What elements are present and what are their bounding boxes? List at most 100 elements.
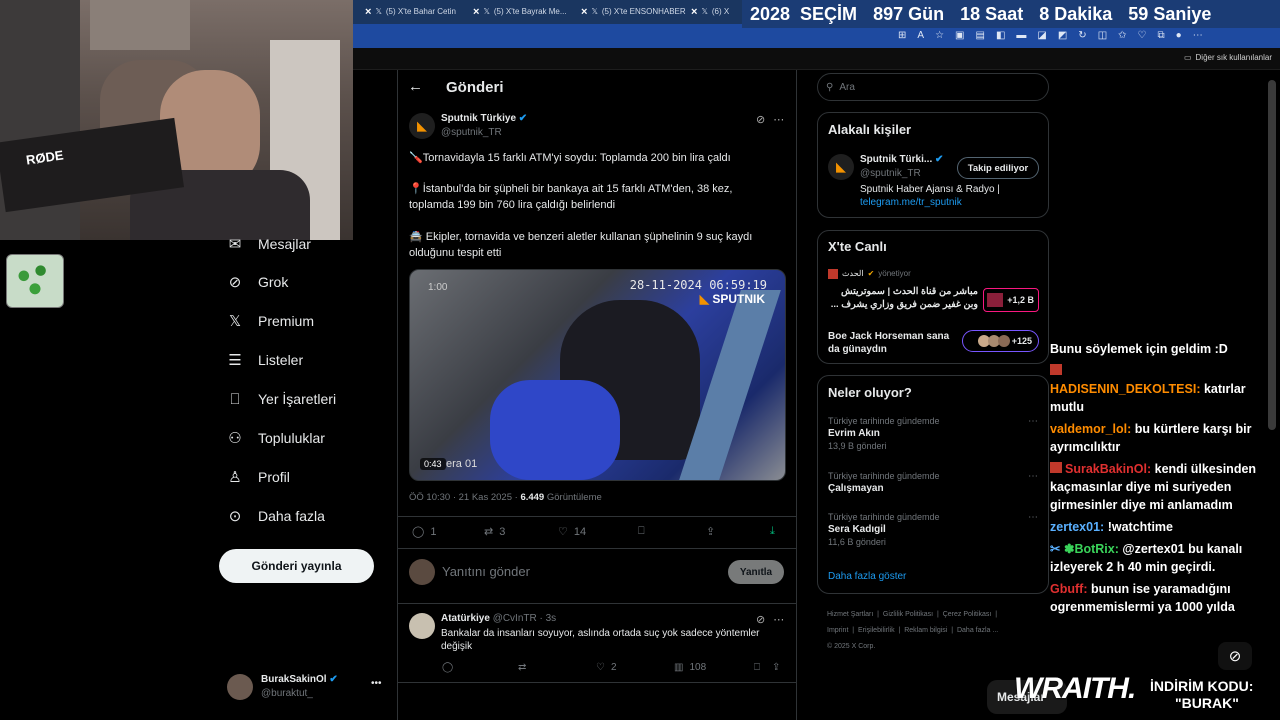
- reply-views[interactable]: ▥ 108: [674, 662, 706, 673]
- promo-code-value: "BURAK": [1175, 695, 1239, 711]
- reply-repost-button[interactable]: ⇄: [518, 662, 532, 673]
- relevant-name-text[interactable]: Sputnik Türki...: [860, 154, 932, 165]
- extension-icon[interactable]: ◧: [996, 30, 1005, 41]
- sidebar-item-lists[interactable]: ☰ Listeler: [226, 343, 303, 377]
- more-icon[interactable]: ⋯: [773, 613, 784, 626]
- repost-button[interactable]: ⇄ 3: [484, 525, 505, 539]
- search-input[interactable]: ⚲ Ara: [817, 73, 1049, 101]
- share-icon[interactable]: ⇪: [772, 662, 780, 673]
- reply-reply-button[interactable]: ◯: [442, 662, 459, 673]
- close-icon[interactable]: ×: [691, 6, 697, 18]
- footer-link[interactable]: Hizmet Şartları: [827, 611, 873, 618]
- footer-link[interactable]: Reklam bilgisi: [904, 627, 947, 634]
- menu-icon[interactable]: ⋯: [1193, 30, 1203, 41]
- account-switcher[interactable]: BurakSakinOl ✔ @buraktut_ •••: [227, 672, 387, 702]
- more-icon[interactable]: •••: [371, 678, 382, 689]
- grok-icon[interactable]: ⊘: [756, 613, 765, 626]
- live-listener-count[interactable]: +1,2 B: [983, 288, 1039, 312]
- back-button[interactable]: ←: [408, 78, 423, 95]
- close-icon[interactable]: ×: [473, 6, 479, 18]
- avatar[interactable]: ●: [1176, 30, 1182, 41]
- sidebar-item-label: Premium: [258, 313, 315, 329]
- download-button[interactable]: ⤓: [770, 525, 775, 538]
- refresh-icon[interactable]: ↻: [1078, 30, 1086, 41]
- close-icon[interactable]: ×: [365, 6, 371, 18]
- post-handle[interactable]: @sputnik_TR: [441, 127, 502, 138]
- avatar[interactable]: ◣: [828, 154, 854, 180]
- footer-link[interactable]: Imprint: [827, 627, 848, 634]
- grok-icon[interactable]: ⊘: [756, 113, 765, 126]
- footer-link[interactable]: Erişilebilirlik: [858, 627, 895, 634]
- share-button[interactable]: ⇪: [706, 525, 715, 538]
- reply-button[interactable]: ◯ 1: [412, 525, 436, 539]
- post-text-line3: 🚔 Ekipler, tornavida ve benzeri aletler …: [409, 229, 784, 261]
- reply-like-button[interactable]: ♡ 2: [596, 662, 617, 673]
- footer-link[interactable]: Gizlilik Politikası: [883, 611, 933, 618]
- more-icon[interactable]: ⋯: [1028, 471, 1038, 482]
- tab[interactable]: × 𝕏 (5) X'te Bahar Cetin: [365, 3, 475, 20]
- read-aloud-icon[interactable]: A: [917, 30, 924, 41]
- sidebar-item-profile[interactable]: ♙ Profil: [226, 460, 290, 494]
- split-screen-icon[interactable]: ◫: [1098, 30, 1107, 41]
- post-button[interactable]: Gönderi yayınla: [219, 549, 374, 583]
- live-item-text[interactable]: مباشر من قناة الحدث | سموتريتش وبن غفير …: [828, 285, 978, 311]
- chat-username: BotRix:: [1074, 542, 1119, 556]
- x-logo-icon: 𝕏: [591, 7, 598, 16]
- tab[interactable]: × 𝕏 (5) X'te Bayrak Me...: [473, 3, 583, 20]
- live-listener-count[interactable]: +125: [962, 330, 1039, 352]
- relevant-handle[interactable]: @sputnik_TR: [860, 168, 921, 179]
- follow-button[interactable]: Takip ediliyor: [957, 157, 1039, 179]
- grok-icon[interactable]: ⊘: [1218, 642, 1252, 670]
- close-icon[interactable]: ×: [581, 6, 587, 18]
- heart-icon[interactable]: ♡: [1138, 30, 1147, 41]
- sidebar-item-messages[interactable]: ✉ Mesajlar: [226, 227, 311, 261]
- sidebar-item-communities[interactable]: ⚇ Topluluklar: [226, 421, 325, 455]
- trends-card: Neler oluyor? Türkiye tarihinde gündemde…: [817, 375, 1049, 594]
- extension-icon[interactable]: ▤: [975, 30, 984, 41]
- more-icon[interactable]: ⋯: [773, 113, 784, 126]
- reply-author-name[interactable]: Atatürkiye: [441, 613, 490, 624]
- post-timestamp[interactable]: ÖÖ 10:30 · 21 Kas 2025 ·: [409, 492, 520, 503]
- more-icon[interactable]: ⋯: [1028, 512, 1038, 523]
- live-card: X'te Canlı الحدث ✔ yönetiyor مباشر من قناة…: [817, 230, 1049, 364]
- trend-count: 13,9 B gönderi: [828, 441, 887, 451]
- post-video[interactable]: 28-11-2024 06:59:19 ◣ SPUTNIK 1:00 0:43 …: [409, 269, 786, 481]
- tab-label: (5) X'te Bayrak Me...: [493, 7, 567, 16]
- bookmark-icon[interactable]: ⎕: [754, 662, 760, 673]
- extension-icon[interactable]: ◪: [1037, 30, 1046, 41]
- bookmark-button[interactable]: ⎕: [638, 525, 645, 538]
- other-bookmarks[interactable]: ▭ Diğer sık kullanılanlar: [1184, 53, 1272, 62]
- trend-item[interactable]: Türkiye tarihinde gündemde Sera Kadıgil …: [828, 512, 1038, 547]
- footer-link[interactable]: Daha fazla ...: [957, 627, 998, 634]
- favorites-icon[interactable]: ✩: [1118, 30, 1126, 41]
- extension-icon[interactable]: ◩: [1058, 30, 1067, 41]
- like-button[interactable]: ♡ 14: [558, 525, 586, 539]
- trend-item[interactable]: Türkiye tarihinde gündemde Çalışmayan ⋯: [828, 471, 1038, 494]
- reply-submit-button[interactable]: Yanıtla: [728, 560, 784, 584]
- sidebar-item-grok[interactable]: ⊘ Grok: [226, 265, 289, 299]
- trend-item[interactable]: Türkiye tarihinde gündemde Evrim Akın 13…: [828, 416, 1038, 451]
- tab-label: (6) X: [711, 7, 730, 16]
- collections-icon[interactable]: ⧉: [1158, 30, 1165, 41]
- extension-icon[interactable]: ▬: [1016, 30, 1026, 41]
- more-icon[interactable]: ⋯: [1028, 416, 1038, 427]
- countdown-days-label: Gün: [908, 3, 945, 24]
- apps-icon[interactable]: ⊞: [898, 30, 906, 41]
- reply-handle[interactable]: @CvInTR · 3s: [493, 613, 557, 624]
- avatar[interactable]: ◣: [409, 113, 435, 139]
- avatar[interactable]: [409, 613, 435, 639]
- footer-link[interactable]: Çerez Politikası: [943, 611, 992, 618]
- sidebar-item-premium[interactable]: 𝕏 Premium: [226, 304, 314, 338]
- tab[interactable]: × 𝕏 (5) X'te ENSONHABER: [581, 3, 691, 20]
- sidebar-item-more[interactable]: ⊙ Daha fazla: [226, 499, 325, 533]
- chat-username: Gbuff:: [1050, 582, 1088, 596]
- star-icon[interactable]: ☆: [935, 30, 944, 41]
- extension-icon[interactable]: ▣: [955, 30, 964, 41]
- live-item-text[interactable]: Boe Jack Horseman sana da günaydın: [828, 330, 958, 356]
- relevant-link[interactable]: telegram.me/tr_sputnik: [860, 197, 962, 208]
- post-author-name[interactable]: Sputnik Türkiye: [441, 113, 516, 124]
- show-more-link[interactable]: Daha fazla göster: [828, 571, 906, 582]
- sidebar-item-bookmarks[interactable]: ⎕ Yer İşaretleri: [226, 382, 336, 416]
- reply-input[interactable]: Yanıtını gönder: [442, 564, 530, 579]
- verified-icon: ✔: [518, 113, 528, 124]
